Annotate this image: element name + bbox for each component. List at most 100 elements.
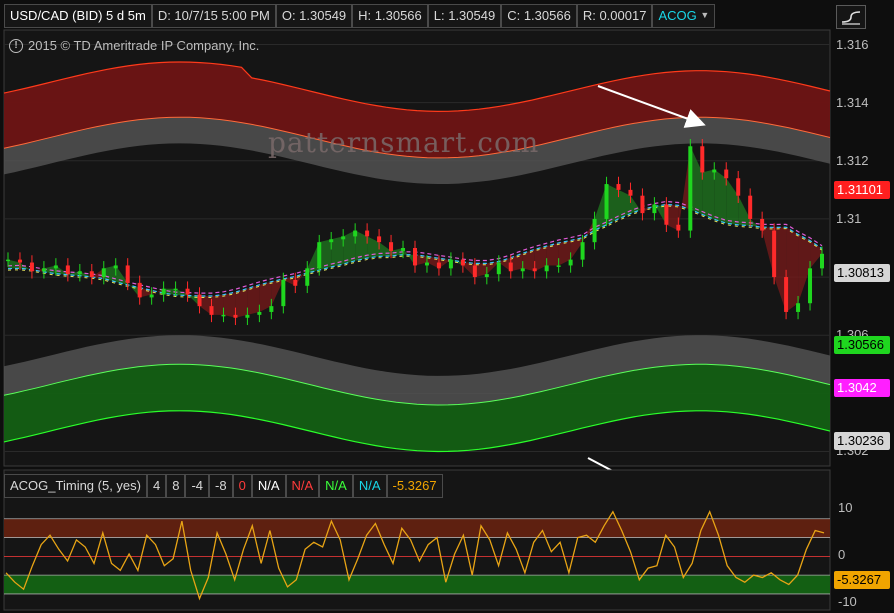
- candle-body: [808, 268, 813, 304]
- price-tick-label: 1.31: [836, 210, 862, 226]
- candle-body: [389, 242, 394, 251]
- candle-body: [269, 306, 274, 312]
- candle-body: [700, 146, 705, 173]
- indicator-name[interactable]: ACOG_Timing (5, yes): [4, 474, 147, 498]
- candle-body: [616, 184, 621, 190]
- indicator-na-red: N/A: [285, 474, 320, 498]
- candle-body: [460, 259, 465, 266]
- candle-body: [65, 265, 70, 275]
- candle-body: [353, 230, 358, 237]
- candle-body: [161, 288, 166, 295]
- candle-body: [377, 236, 382, 243]
- candle-body: [89, 271, 94, 278]
- price-badge: 1.3042: [834, 378, 890, 397]
- indicator-current: -5.3267: [386, 474, 443, 498]
- candle-body: [556, 265, 561, 267]
- symbol-label[interactable]: USD/CAD (BID) 5 d 5m: [4, 4, 152, 28]
- candle-body: [544, 265, 549, 272]
- candle-body: [652, 204, 657, 214]
- high-readout: H: 1.30566: [352, 4, 428, 28]
- range-readout: R: 0.00017: [576, 4, 653, 28]
- candle-body: [688, 146, 693, 231]
- candle-body: [413, 248, 417, 266]
- indicator-param-4: -8: [209, 474, 233, 498]
- price-badge: 1.31101: [834, 180, 890, 199]
- candle-body: [125, 265, 130, 283]
- date-readout: D: 10/7/15 5:00 PM: [151, 4, 276, 28]
- indicator-tick-10: 10: [838, 500, 853, 515]
- indicator-param-1: 4: [147, 474, 167, 498]
- candle-body: [496, 262, 501, 275]
- candle-body: [293, 279, 298, 286]
- candle-body: [592, 218, 597, 243]
- indicator-na-white: N/A: [251, 474, 286, 498]
- candle-body: [724, 169, 729, 179]
- candle-body: [401, 248, 406, 251]
- oversold-zone: [4, 575, 830, 594]
- candle-body: [281, 279, 286, 307]
- candle-body: [101, 268, 106, 278]
- price-badge: 1.30566: [834, 336, 890, 355]
- indicator-param-3: -4: [185, 474, 210, 498]
- candle-body: [53, 265, 58, 269]
- indicator-na-green: N/A: [319, 474, 353, 498]
- indicator-param-2: 8: [166, 474, 186, 498]
- candle-body: [6, 259, 10, 262]
- candle-body: [772, 230, 777, 278]
- candle-body: [568, 259, 573, 266]
- candle-body: [424, 262, 429, 266]
- candle-body: [640, 195, 645, 214]
- price-badge: 1.30813: [834, 264, 890, 283]
- candle-body: [676, 224, 681, 231]
- open-readout: O: 1.30549: [275, 4, 353, 28]
- study-selector[interactable]: ACOG ▼: [652, 4, 716, 28]
- candle-body: [305, 268, 310, 286]
- candle-body: [508, 262, 513, 272]
- price-tick-label: 1.316: [836, 36, 869, 52]
- candle-body: [245, 314, 250, 318]
- candle-body: [137, 282, 142, 298]
- watermark: patternsmart.com: [268, 126, 540, 159]
- candle-body: [484, 274, 489, 278]
- copyright-notice: ! 2015 © TD Ameritrade IP Company, Inc.: [9, 38, 259, 53]
- candle-body: [221, 314, 226, 317]
- indicator-tick-0: 0: [838, 547, 846, 562]
- candle-body: [796, 303, 801, 312]
- candle-body: [760, 218, 765, 231]
- main-chart-canvas: [3, 29, 831, 611]
- candle-body: [29, 262, 34, 272]
- candle-body: [736, 178, 741, 196]
- candle-body: [748, 195, 753, 219]
- candle-body: [185, 288, 190, 295]
- candle-body: [520, 268, 525, 272]
- dropdown-arrow-icon[interactable]: ▼: [700, 10, 709, 20]
- candle-body: [448, 259, 453, 269]
- indicator-zero: 0: [232, 474, 252, 498]
- candle-body: [113, 265, 118, 269]
- candle-body: [365, 230, 370, 237]
- candle-body: [341, 236, 346, 240]
- candle-body: [41, 268, 46, 272]
- price-tick-label: 1.314: [836, 94, 869, 110]
- curve-tool-button[interactable]: [836, 5, 866, 29]
- indicator-na-cyan: N/A: [352, 474, 387, 498]
- candle-body: [532, 268, 537, 272]
- close-readout: C: 1.30566: [501, 4, 577, 28]
- quote-header: USD/CAD (BID) 5 d 5m D: 10/7/15 5:00 PM …: [4, 4, 716, 28]
- candle-body: [257, 311, 262, 315]
- candle-body: [77, 271, 82, 275]
- indicator-header: ACOG_Timing (5, yes) 4 8 -4 -8 0 N/A N/A…: [4, 474, 443, 498]
- candle-body: [233, 314, 238, 318]
- candle-body: [436, 262, 441, 269]
- candle-body: [317, 242, 322, 269]
- price-tick-label: 1.312: [836, 152, 869, 168]
- candle-body: [149, 294, 154, 298]
- low-readout: L: 1.30549: [427, 4, 502, 28]
- candle-body: [604, 184, 609, 219]
- candle-body: [329, 239, 334, 243]
- price-badge: 1.30236: [834, 432, 890, 450]
- candle-body: [820, 253, 824, 269]
- candle-body: [712, 169, 717, 173]
- candle-body: [664, 204, 669, 225]
- indicator-current-badge: -5.3267: [834, 571, 890, 589]
